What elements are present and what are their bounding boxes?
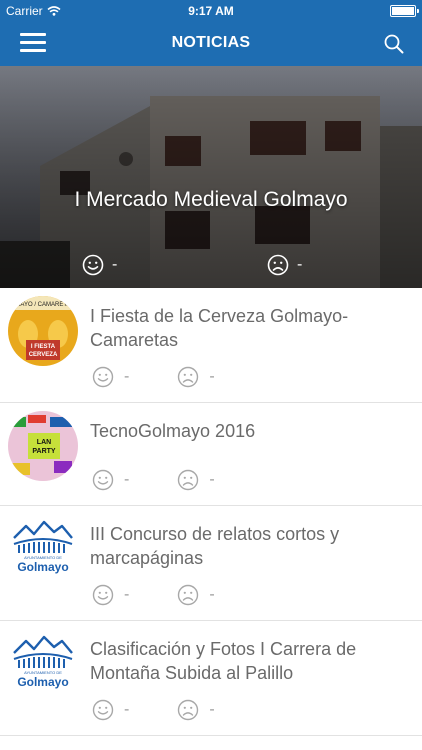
news-ratings: - - — [92, 469, 215, 491]
news-item[interactable]: MAYO / CAMARETA I FIESTA CERVEZA I Fiest… — [0, 288, 422, 403]
golmayo-logo: AYUNTAMIENTO DE Golmayo — [8, 629, 78, 699]
golmayo-logo: AYUNTAMIENTO DE Golmayo — [8, 514, 78, 584]
featured-dislike-button[interactable]: - — [267, 254, 302, 276]
news-thumbnail: AYUNTAMIENTO DE Golmayo — [8, 514, 78, 584]
news-item[interactable]: AYUNTAMIENTO DE Golmayo III Concurso de … — [0, 506, 422, 621]
smile-icon — [92, 366, 114, 388]
navigation-bar: NOTICIAS — [0, 22, 422, 66]
featured-like-count: - — [112, 256, 118, 273]
smile-icon — [82, 254, 104, 276]
news-ratings: - - — [92, 584, 215, 606]
news-title: TecnoGolmayo 2016 — [90, 421, 256, 441]
featured-like-button[interactable]: - — [82, 254, 117, 276]
featured-article[interactable]: I Mercado Medieval Golmayo - - — [0, 66, 422, 288]
featured-image — [0, 66, 422, 288]
smile-icon — [92, 584, 114, 606]
dislike-count: - — [209, 586, 215, 603]
svg-text:PARTY: PARTY — [32, 448, 56, 455]
poster-lan-party-image: LAN PARTY — [8, 411, 78, 481]
dislike-button[interactable]: - — [177, 699, 215, 721]
news-thumbnail: LAN PARTY — [8, 411, 78, 481]
dislike-button[interactable]: - — [177, 469, 215, 491]
dislike-count: - — [209, 368, 215, 385]
featured-title: I Mercado Medieval Golmayo — [74, 188, 348, 211]
dislike-button[interactable]: - — [177, 584, 215, 606]
featured-dislike-count: - — [297, 256, 303, 273]
news-item[interactable]: LAN PARTY TecnoGolmayo 2016 - - — [0, 403, 422, 506]
news-ratings: - - — [92, 699, 215, 721]
news-thumbnail: AYUNTAMIENTO DE Golmayo — [8, 629, 78, 699]
status-bar: Carrier 9:17 AM — [0, 0, 422, 22]
like-button[interactable]: - — [92, 584, 129, 606]
svg-text:I FIESTA: I FIESTA — [31, 344, 56, 350]
clock: 9:17 AM — [188, 4, 234, 18]
svg-text:CERVEZA: CERVEZA — [29, 352, 58, 358]
news-title: I Fiesta de la Cerveza Golmayo-Camaretas — [90, 306, 349, 350]
news-thumbnail: MAYO / CAMARETA I FIESTA CERVEZA — [8, 296, 78, 366]
news-title: Clasificación y Fotos I Carrera de Monta… — [90, 639, 357, 683]
frown-icon — [267, 254, 289, 276]
smile-icon — [92, 699, 114, 721]
dislike-count: - — [209, 701, 215, 718]
frown-icon — [178, 469, 199, 491]
smile-icon — [92, 469, 114, 491]
frown-icon — [178, 366, 199, 388]
poster-cerveza-image: MAYO / CAMARETA I FIESTA CERVEZA — [8, 296, 78, 366]
like-count: - — [124, 701, 130, 718]
battery-icon — [390, 5, 419, 17]
svg-text:Golmayo: Golmayo — [17, 560, 68, 574]
news-title: III Concurso de relatos cortos y marcapá… — [90, 524, 340, 568]
like-button[interactable]: - — [92, 469, 129, 491]
frown-icon — [178, 584, 199, 606]
search-button[interactable] — [382, 32, 406, 56]
svg-text:Golmayo: Golmayo — [17, 675, 68, 689]
dislike-count: - — [209, 471, 215, 488]
news-ratings: - - — [92, 366, 215, 388]
frown-icon — [178, 699, 199, 721]
svg-text:MAYO / CAMARETA: MAYO / CAMARETA — [15, 302, 70, 308]
search-icon — [384, 34, 404, 54]
news-item[interactable]: AYUNTAMIENTO DE Golmayo Clasificación y … — [0, 621, 422, 736]
dislike-button[interactable]: - — [177, 366, 215, 388]
like-count: - — [124, 368, 130, 385]
like-count: - — [124, 586, 130, 603]
like-count: - — [124, 471, 130, 488]
like-button[interactable]: - — [92, 699, 129, 721]
like-button[interactable]: - — [92, 366, 129, 388]
page-title: NOTICIAS — [171, 34, 251, 51]
news-list: MAYO / CAMARETA I FIESTA CERVEZA I Fiest… — [0, 288, 422, 736]
svg-text:LAN: LAN — [37, 439, 51, 446]
